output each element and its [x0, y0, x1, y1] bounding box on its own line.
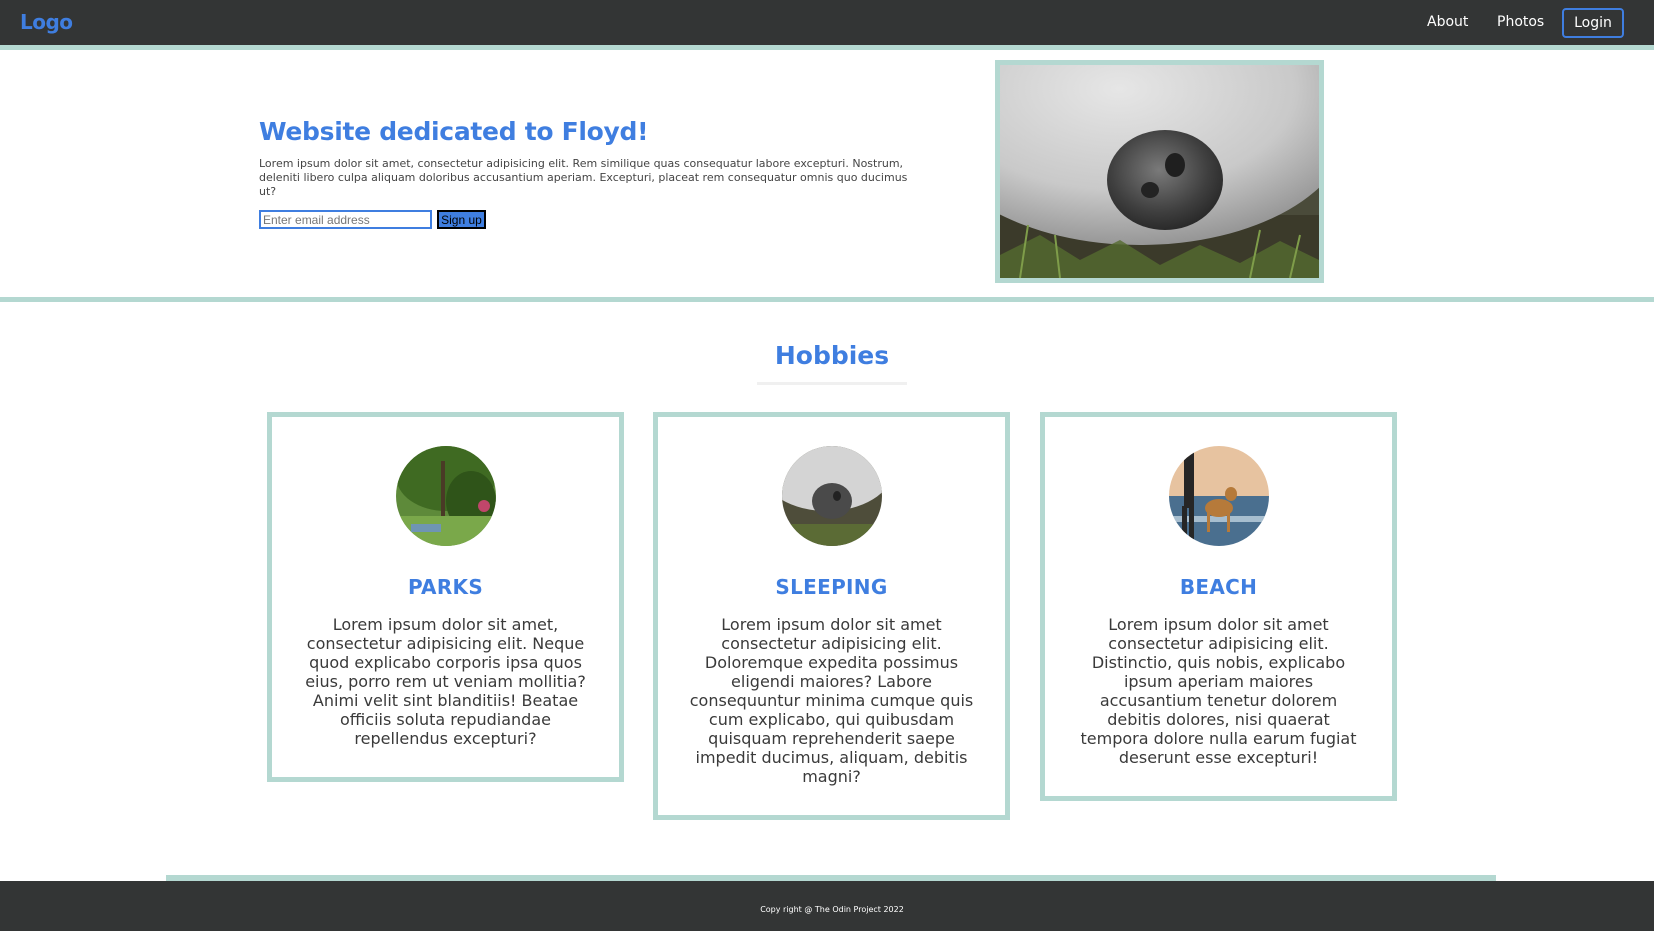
hobby-card-title: SLEEPING: [775, 575, 888, 599]
hero-title: Website dedicated to Floyd!: [259, 117, 649, 146]
beach-image: [1169, 446, 1269, 546]
footer: Copy right @ The Odin Project 2022: [0, 881, 1654, 931]
logo[interactable]: Logo: [20, 10, 73, 34]
navbar: Logo About Photos Login: [0, 0, 1654, 45]
hobby-card-title: BEACH: [1179, 575, 1258, 599]
hobby-card-text: Lorem ipsum dolor sit amet, consectetur …: [305, 615, 586, 748]
hero-dog-photo: [995, 60, 1324, 283]
nav-link-photos[interactable]: Photos: [1497, 14, 1544, 30]
hero-divider: [0, 297, 1654, 302]
email-input[interactable]: [259, 210, 432, 229]
hobby-card-title: PARKS: [407, 575, 484, 599]
login-button[interactable]: Login: [1562, 8, 1624, 38]
hero-text: Lorem ipsum dolor sit amet, consectetur …: [259, 157, 908, 198]
hobbies-title: Hobbies: [774, 341, 890, 370]
hobby-card-text: Lorem ipsum dolor sit amet consectetur a…: [689, 615, 974, 786]
footer-copyright: Copy right @ The Odin Project 2022: [760, 905, 904, 914]
signup-button[interactable]: Sign up: [437, 210, 486, 229]
hobby-card-text: Lorem ipsum dolor sit amet consectetur a…: [1080, 615, 1357, 767]
hobby-card-beach: BEACH Lorem ipsum dolor sit amet consect…: [1040, 412, 1397, 801]
hobby-card-sleeping: SLEEPING Lorem ipsum dolor sit amet cons…: [653, 412, 1010, 820]
nav-link-about[interactable]: About: [1427, 14, 1468, 30]
parks-image: [396, 446, 496, 546]
navbar-divider: [0, 45, 1654, 50]
hobby-card-parks: PARKS Lorem ipsum dolor sit amet, consec…: [267, 412, 624, 782]
hobbies-underline: [757, 382, 907, 385]
sleeping-image: [782, 446, 882, 546]
